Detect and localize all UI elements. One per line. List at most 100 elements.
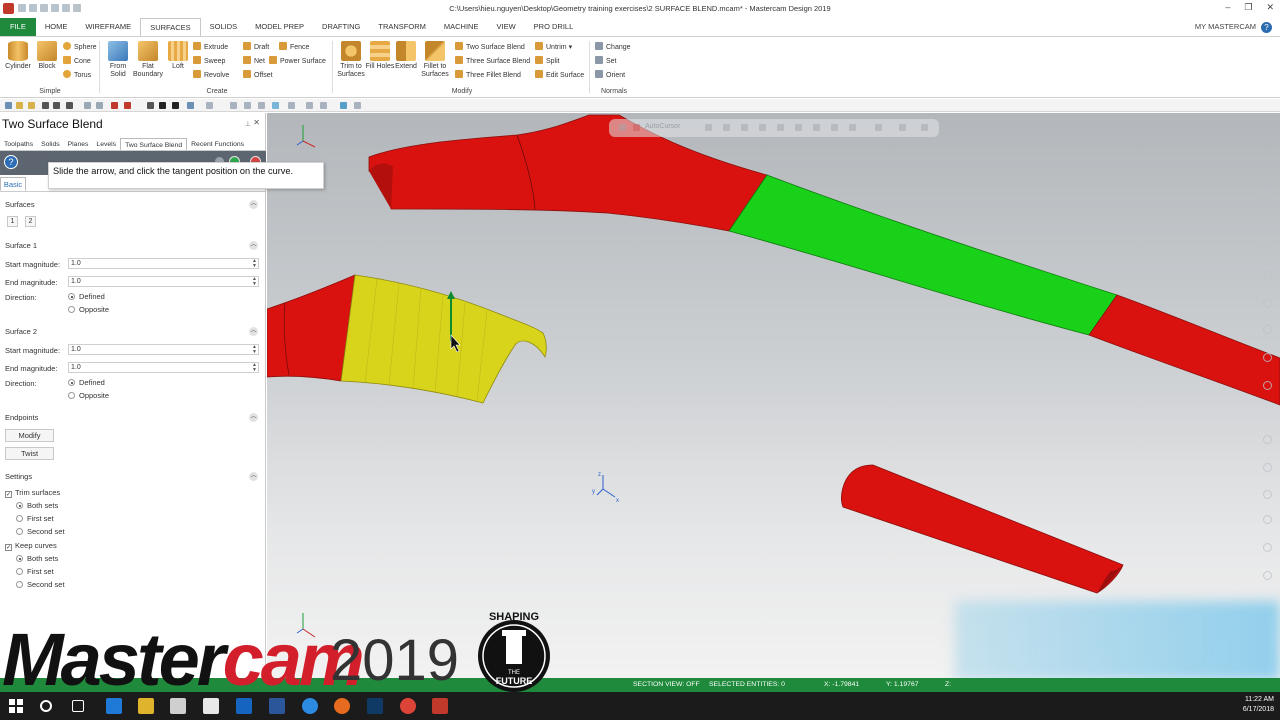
clear-colors-icon[interactable] [1263, 543, 1272, 552]
tab-levels[interactable]: Levels [92, 138, 120, 150]
close-button[interactable]: ✕ [1266, 2, 1274, 13]
collapse-icon[interactable]: ︿ [249, 200, 258, 209]
surface-1-end-magnitude-input[interactable]: 1.0 ▲ ▼ [68, 276, 259, 287]
tab-machine[interactable]: MACHINE [435, 18, 488, 36]
split-button[interactable]: Split [535, 56, 560, 68]
draft-button[interactable]: Draft [243, 42, 269, 54]
tab-file[interactable]: FILE [0, 18, 36, 36]
autocursor-target-icon[interactable] [633, 124, 640, 131]
tab-two-surface-blend[interactable]: Two Surface Blend [120, 138, 188, 150]
dimension-icon[interactable] [320, 102, 327, 109]
set-normal-button[interactable]: Set [595, 56, 617, 68]
panel-close-icon[interactable]: ✕ [253, 118, 260, 127]
fence-button[interactable]: Fence [279, 42, 309, 54]
autocursor-option-icon[interactable] [875, 124, 882, 131]
delete-icon[interactable] [111, 102, 118, 109]
store-icon[interactable] [170, 698, 186, 714]
block-button[interactable]: Block [32, 41, 62, 71]
fillet-to-surfaces-button[interactable]: Fillet to Surfaces [420, 41, 450, 79]
tab-recent-functions[interactable]: Recent Functions [187, 138, 248, 150]
undo-icon[interactable] [84, 102, 91, 109]
tab-solids-manager[interactable]: Solids [37, 138, 64, 150]
modify-button[interactable]: Modify [5, 429, 54, 442]
print-icon[interactable] [53, 102, 60, 109]
panel-help-icon[interactable]: ? [4, 155, 18, 169]
twist-button[interactable]: Twist [5, 447, 54, 460]
trim-second-set-radio[interactable]: Second set [16, 527, 65, 537]
surface-2-button[interactable]: 2 [25, 216, 36, 227]
chrome-icon[interactable] [400, 698, 416, 714]
print-preview-icon[interactable] [66, 102, 73, 109]
power-surface-button[interactable]: Power Surface [269, 56, 326, 68]
revolve-button[interactable]: Revolve [193, 70, 229, 82]
isometric-view-icon[interactable] [1263, 271, 1272, 280]
spinner-icon[interactable]: ▲ ▼ [252, 277, 257, 287]
left-red-surface[interactable] [267, 274, 356, 382]
gview-icon[interactable] [272, 102, 279, 109]
tab-model-prep[interactable]: MODEL PREP [246, 18, 313, 36]
extrude-button[interactable]: Extrude [193, 42, 228, 54]
trim-icon[interactable] [306, 102, 313, 109]
collapse-icon[interactable]: ︿ [249, 413, 258, 422]
autocursor-option-icon[interactable] [831, 124, 838, 131]
zoom-out-icon[interactable] [1263, 214, 1272, 223]
three-fillet-blend-button[interactable]: Three Fillet Blend [455, 70, 521, 82]
upper-surface-right-red[interactable] [1088, 294, 1280, 406]
net-button[interactable]: Net [243, 56, 265, 68]
new-file-icon[interactable] [5, 102, 12, 109]
search-icon[interactable] [40, 700, 52, 712]
lower-red-surface[interactable] [841, 464, 1124, 594]
browser-icon[interactable] [302, 698, 318, 714]
redo-icon[interactable] [96, 102, 103, 109]
open-file-icon[interactable] [16, 102, 23, 109]
tab-view[interactable]: VIEW [487, 18, 524, 36]
grid-icon[interactable] [187, 102, 194, 109]
tab-planes[interactable]: Planes [64, 138, 93, 150]
maximize-button[interactable]: ❐ [1244, 2, 1252, 13]
autocursor-option-icon[interactable] [849, 124, 856, 131]
model-graphics[interactable]: z x y [267, 113, 1280, 678]
trim-to-surfaces-button[interactable]: Trim to Surfaces [336, 41, 366, 79]
keep-second-set-radio[interactable]: Second set [16, 580, 65, 590]
autocursor-option-icon[interactable] [741, 124, 748, 131]
keep-first-set-radio[interactable]: First set [16, 567, 54, 577]
surface-1-defined-radio[interactable]: Defined [68, 292, 105, 302]
translucent-icon[interactable] [1263, 490, 1272, 499]
autocursor-option-icon[interactable] [813, 124, 820, 131]
word-icon[interactable] [269, 698, 285, 714]
section-view-icon[interactable] [1263, 515, 1272, 524]
terminal-icon[interactable] [367, 698, 383, 714]
hidden-line-icon[interactable] [1263, 463, 1272, 472]
torus-button[interactable]: Torus [63, 70, 91, 82]
more-tools-icon[interactable] [354, 102, 361, 109]
autocursor-option-icon[interactable] [759, 124, 766, 131]
minimize-button[interactable]: – [1225, 2, 1230, 13]
mastercam-taskbar-icon[interactable] [432, 698, 448, 714]
autocursor-option-icon[interactable] [795, 124, 802, 131]
file-explorer-icon[interactable] [138, 698, 154, 714]
clear-selection-icon[interactable] [1263, 571, 1272, 580]
tab-wireframe[interactable]: WIREFRAME [76, 18, 140, 36]
text-icon[interactable] [159, 102, 166, 109]
loft-button[interactable]: Loft [163, 41, 193, 71]
autocursor-option-icon[interactable] [777, 124, 784, 131]
untrim-button[interactable]: Untrim ▾ [535, 42, 572, 54]
two-surface-blend-button[interactable]: Two Surface Blend [455, 42, 525, 54]
edit-surface-button[interactable]: Edit Surface [535, 70, 584, 82]
system-clock[interactable]: 11:22 AM 6/17/2018 [1243, 695, 1274, 715]
orient-normal-button[interactable]: Orient [595, 70, 625, 82]
from-solid-button[interactable]: From Solid [103, 41, 133, 79]
windows-start-icon[interactable] [8, 698, 24, 714]
trim-both-sets-radio[interactable]: Both sets [16, 501, 58, 511]
yellow-selected-surface[interactable] [340, 274, 547, 404]
autocursor-option-icon[interactable] [723, 124, 730, 131]
cone-button[interactable]: Cone [63, 56, 91, 68]
wireframe-icon[interactable] [1263, 435, 1272, 444]
section-view-status[interactable]: SECTION VIEW: OFF [633, 678, 700, 692]
shading-icon[interactable] [340, 102, 347, 109]
surface-1-button[interactable]: 1 [7, 216, 18, 227]
spinner-icon[interactable]: ▲ ▼ [252, 363, 257, 373]
front-view-icon[interactable] [1263, 325, 1272, 334]
autocursor-toolbar[interactable]: AutoCursor [609, 119, 939, 137]
surface-2-start-magnitude-input[interactable]: 1.0 ▲ ▼ [68, 344, 259, 355]
